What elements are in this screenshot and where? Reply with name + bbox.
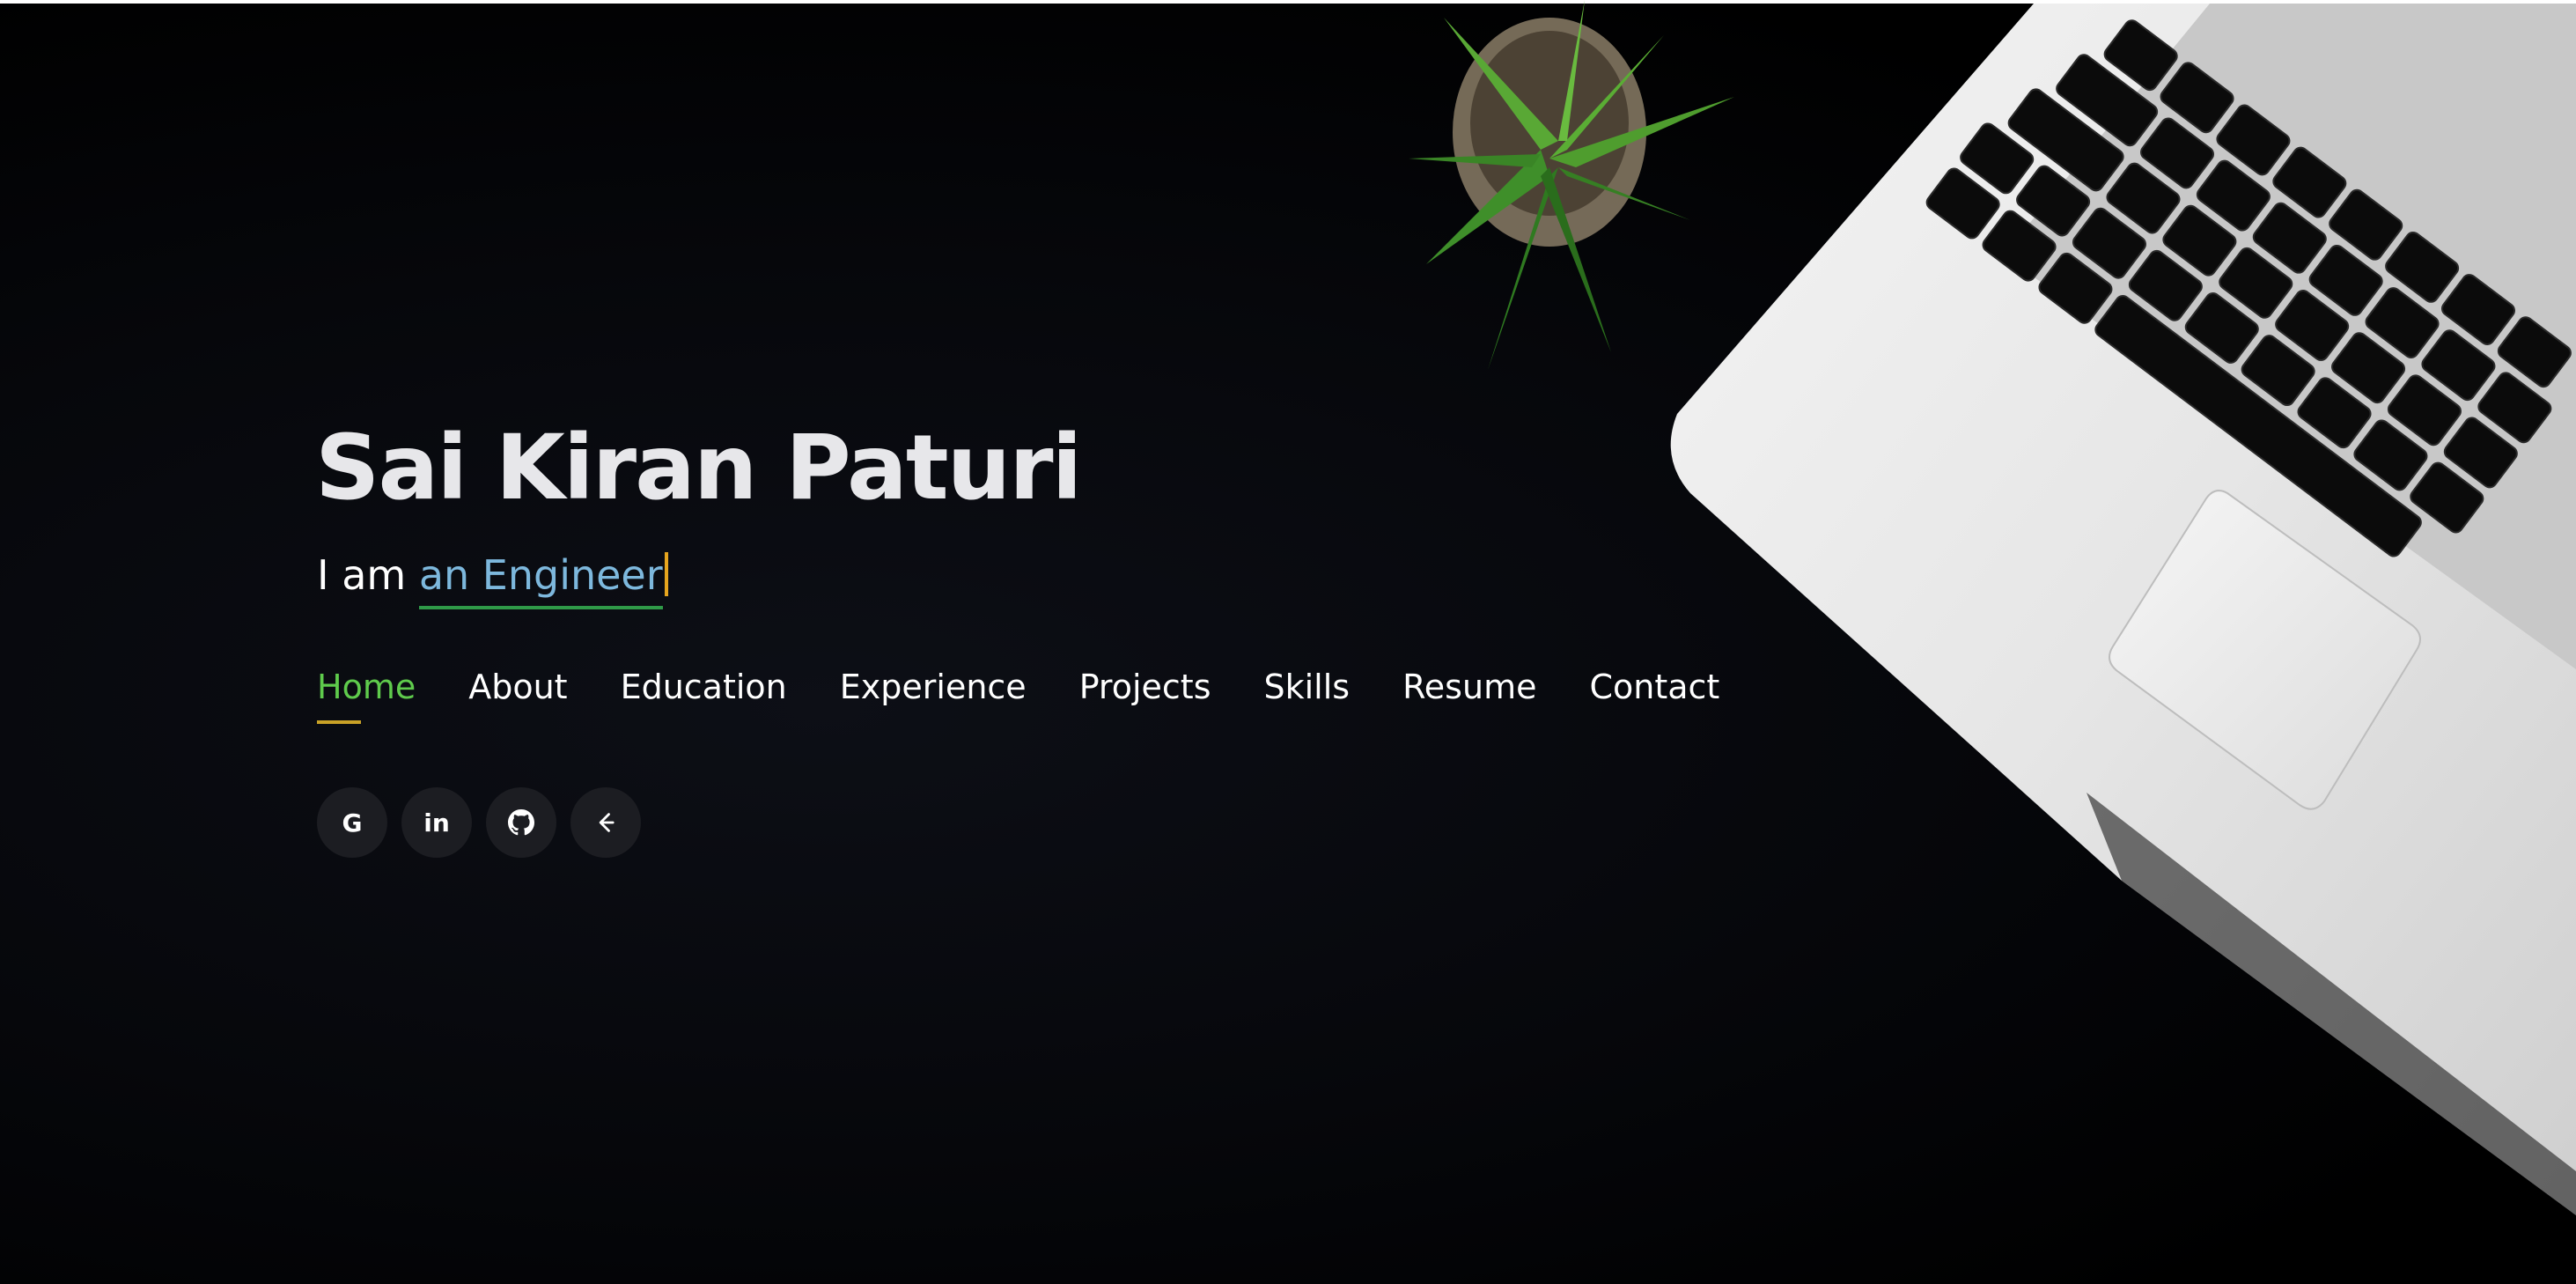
hero-role: I am an Engineer bbox=[317, 551, 668, 609]
nav-link-contact[interactable]: Contact bbox=[1589, 668, 1719, 706]
google-button[interactable]: G bbox=[317, 787, 387, 858]
hero-name: Sai Kiran Paturi bbox=[315, 416, 1083, 520]
nav-link-home[interactable]: Home bbox=[317, 668, 416, 724]
github-button[interactable] bbox=[486, 787, 556, 858]
leetcode-button[interactable] bbox=[570, 787, 641, 858]
plant-image bbox=[1409, 0, 1734, 370]
linkedin-button[interactable]: in bbox=[401, 787, 472, 858]
nav-link-experience[interactable]: Experience bbox=[840, 668, 1027, 706]
nav-link-about[interactable]: About bbox=[468, 668, 567, 706]
nav-link-resume[interactable]: Resume bbox=[1402, 668, 1536, 706]
main-nav: Home About Education Experience Projects… bbox=[317, 668, 1719, 724]
nav-link-education[interactable]: Education bbox=[621, 668, 787, 706]
nav-link-skills[interactable]: Skills bbox=[1264, 668, 1351, 706]
github-icon bbox=[508, 809, 534, 836]
hero-page: Sai Kiran Paturi I am an Engineer Home A… bbox=[0, 0, 2576, 1284]
role-typed-text: an Engineer bbox=[418, 551, 663, 609]
leetcode-icon bbox=[599, 813, 615, 832]
typing-cursor bbox=[664, 552, 668, 596]
social-links: G in bbox=[317, 787, 641, 858]
google-icon: G bbox=[342, 808, 363, 838]
role-prefix: I am bbox=[317, 551, 407, 599]
nav-link-projects[interactable]: Projects bbox=[1079, 668, 1211, 706]
linkedin-icon: in bbox=[423, 808, 450, 838]
